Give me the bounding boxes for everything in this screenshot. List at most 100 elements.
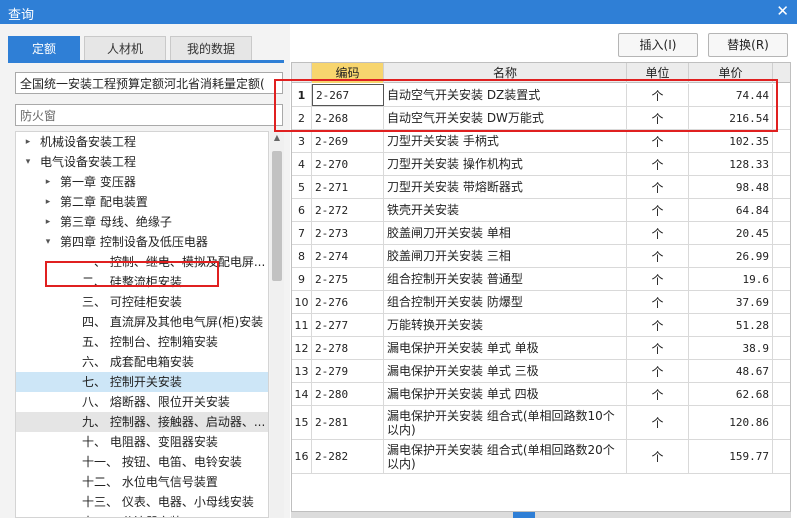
cell-name: 漏电保护开关安装 组合式(单相回路数20个以内)	[384, 440, 627, 473]
tree-item[interactable]: ▾ 第四章 控制设备及低压电器	[16, 232, 268, 252]
cell-idx: 7	[292, 222, 312, 244]
table-row[interactable]: 5 2-271 刀型开关安装 带熔断器式个 98.48	[292, 176, 790, 199]
tree-item-label: 四、 直流屏及其他电气屏(柜)安装	[82, 315, 264, 329]
tree-item-label: 十四、 分流器安装	[82, 512, 182, 517]
tree-item[interactable]: 六、 成套配电箱安装	[16, 352, 268, 372]
grid-header: 编码 名称 单位 单价	[292, 63, 790, 83]
cell-price: 62.68	[689, 383, 773, 405]
cell-unit: 个	[627, 268, 689, 290]
cell-idx: 4	[292, 153, 312, 175]
cell-unit: 个	[627, 337, 689, 359]
cell-unit: 个	[627, 383, 689, 405]
cell-price: 26.99	[689, 245, 773, 267]
tree-item-label: 第三章 母线、绝缘子	[60, 215, 172, 229]
tree-item-label: 第一章 变压器	[60, 175, 136, 189]
table-row[interactable]: 16 2-282 漏电保护开关安装 组合式(单相回路数20个以内) 个 159.77	[292, 440, 790, 474]
cell-name: 漏电保护开关安装 组合式(单相回路数10个以内)	[384, 406, 627, 439]
table-row[interactable]: 13 2-279 漏电保护开关安装 单式 三极个 48.67	[292, 360, 790, 383]
close-icon[interactable]: ✕	[776, 2, 789, 20]
col-header-unit[interactable]: 单位	[627, 63, 689, 83]
left-panel: 定额 人材机 我的数据 全国统一安装工程预算定额河北省消耗量定额( ▸ 机械设备安…	[0, 24, 290, 518]
tree-item[interactable]: 十一、 按钮、电笛、电铃安装	[16, 452, 268, 472]
search-input[interactable]	[15, 104, 283, 126]
cell-name: 刀型开关安装 带熔断器式	[384, 176, 627, 198]
table-row[interactable]: 3 2-269 刀型开关安装 手柄式个 102.35	[292, 130, 790, 153]
cell-code: 2-272	[312, 199, 384, 221]
cell-idx: 13	[292, 360, 312, 382]
cell-name: 漏电保护开关安装 单式 四极	[384, 383, 627, 405]
tab-my-data[interactable]: 我的数据	[170, 36, 252, 60]
tree-item[interactable]: 二、 硅整流柜安装	[16, 272, 268, 292]
table-row[interactable]: 4 2-270 刀型开关安装 操作机构式个 128.33	[292, 153, 790, 176]
cell-unit: 个	[627, 291, 689, 313]
tree-item[interactable]: 七、 控制开关安装	[16, 372, 268, 392]
cell-unit: 个	[627, 222, 689, 244]
tab-labor-material[interactable]: 人材机	[84, 36, 166, 60]
collapse-arrow-icon[interactable]: ▾	[42, 232, 54, 252]
cell-idx: 9	[292, 268, 312, 290]
expand-arrow-icon[interactable]: ▸	[42, 192, 54, 212]
table-row[interactable]: 8 2-274 胶盖闸刀开关安装 三相个 26.99	[292, 245, 790, 268]
collapse-arrow-icon[interactable]: ▾	[22, 152, 34, 172]
table-row[interactable]: 11 2-277 万能转换开关安装个 51.28	[292, 314, 790, 337]
cell-code: 2-268	[312, 107, 384, 129]
tree-item[interactable]: ▸ 机械设备安装工程	[16, 132, 268, 152]
tree-item[interactable]: 十四、 分流器安装	[16, 512, 268, 517]
table-row[interactable]: 12 2-278 漏电保护开关安装 单式 单极个 38.9	[292, 337, 790, 360]
table-row[interactable]: 14 2-280 漏电保护开关安装 单式 四极个 62.68	[292, 383, 790, 406]
horizontal-scrollbar[interactable]	[291, 512, 791, 518]
tree-item-label: 九、 控制器、接触器、启动器、...	[82, 415, 266, 429]
scroll-up-icon[interactable]: ▲	[270, 131, 284, 145]
table-row[interactable]: 2 2-268 自动空气开关安装 DW万能式个 216.54	[292, 107, 790, 130]
tree-item[interactable]: 十二、 水位电气信号装置	[16, 472, 268, 492]
tab-quota[interactable]: 定额	[8, 36, 80, 60]
cell-code: 2-273	[312, 222, 384, 244]
cell-idx: 6	[292, 199, 312, 221]
tree-item[interactable]: 三、 可控硅柜安装	[16, 292, 268, 312]
tree-item-label: 十、 电阻器、变阻器安装	[82, 435, 218, 449]
tree-scrollbar[interactable]: ▲	[270, 131, 284, 518]
tree-item-label: 十二、 水位电气信号装置	[82, 475, 218, 489]
cell-code: 2-271	[312, 176, 384, 198]
tree-item-label: 第二章 配电装置	[60, 195, 148, 209]
replace-button[interactable]: 替换(R)	[708, 33, 788, 57]
tree-item[interactable]: 九、 控制器、接触器、启动器、...	[16, 412, 268, 432]
tree-item[interactable]: ▾ 电气设备安装工程	[16, 152, 268, 172]
tree-item[interactable]: 五、 控制台、控制箱安装	[16, 332, 268, 352]
tree-item-label: 五、 控制台、控制箱安装	[82, 335, 218, 349]
horizontal-scroll-grip[interactable]	[513, 512, 535, 518]
cell-code: 2-275	[312, 268, 384, 290]
table-row[interactable]: 15 2-281 漏电保护开关安装 组合式(单相回路数10个以内) 个 120.86	[292, 406, 790, 440]
quota-library-select[interactable]: 全国统一安装工程预算定额河北省消耗量定额(	[15, 72, 283, 94]
table-row[interactable]: 10 2-276 组合控制开关安装 防爆型个 37.69	[292, 291, 790, 314]
tree-item[interactable]: ▸ 第三章 母线、绝缘子	[16, 212, 268, 232]
insert-button[interactable]: 插入(I)	[618, 33, 698, 57]
quota-grid: 编码 名称 单位 单价 1 2-267 自动空气开关安装 DZ装置式个 74.44 2 2…	[291, 62, 791, 512]
table-row[interactable]: 7 2-273 胶盖闸刀开关安装 单相个 20.45	[292, 222, 790, 245]
expand-arrow-icon[interactable]: ▸	[42, 212, 54, 232]
col-header-price[interactable]: 单价	[689, 63, 773, 83]
tree-item[interactable]: 十三、 仪表、电器、小母线安装	[16, 492, 268, 512]
cell-name: 胶盖闸刀开关安装 单相	[384, 222, 627, 244]
window-title: 查询	[8, 8, 35, 23]
expand-arrow-icon[interactable]: ▸	[22, 132, 34, 152]
tree-item[interactable]: 一、 控制、继电、模拟及配电屏...	[16, 252, 268, 272]
tree-item[interactable]: 八、 熔断器、限位开关安装	[16, 392, 268, 412]
cell-idx: 14	[292, 383, 312, 405]
cell-price: 19.6	[689, 268, 773, 290]
scrollbar-thumb[interactable]	[272, 151, 282, 281]
tree-item[interactable]: 十、 电阻器、变阻器安装	[16, 432, 268, 452]
table-row[interactable]: 1 2-267 自动空气开关安装 DZ装置式个 74.44	[292, 84, 790, 107]
tree-item[interactable]: ▸ 第二章 配电装置	[16, 192, 268, 212]
col-header-name[interactable]: 名称	[384, 63, 627, 83]
tree-item[interactable]: ▸ 第一章 变压器	[16, 172, 268, 192]
cell-price: 38.9	[689, 337, 773, 359]
cell-unit: 个	[627, 199, 689, 221]
col-header-code[interactable]: 编码	[312, 63, 384, 83]
tree-item[interactable]: 四、 直流屏及其他电气屏(柜)安装	[16, 312, 268, 332]
tree-item-label: 一、 控制、继电、模拟及配电屏...	[82, 255, 266, 269]
table-row[interactable]: 9 2-275 组合控制开关安装 普通型个 19.6	[292, 268, 790, 291]
cell-code: 2-282	[312, 440, 384, 473]
expand-arrow-icon[interactable]: ▸	[42, 172, 54, 192]
table-row[interactable]: 6 2-272 铁壳开关安装个 64.84	[292, 199, 790, 222]
